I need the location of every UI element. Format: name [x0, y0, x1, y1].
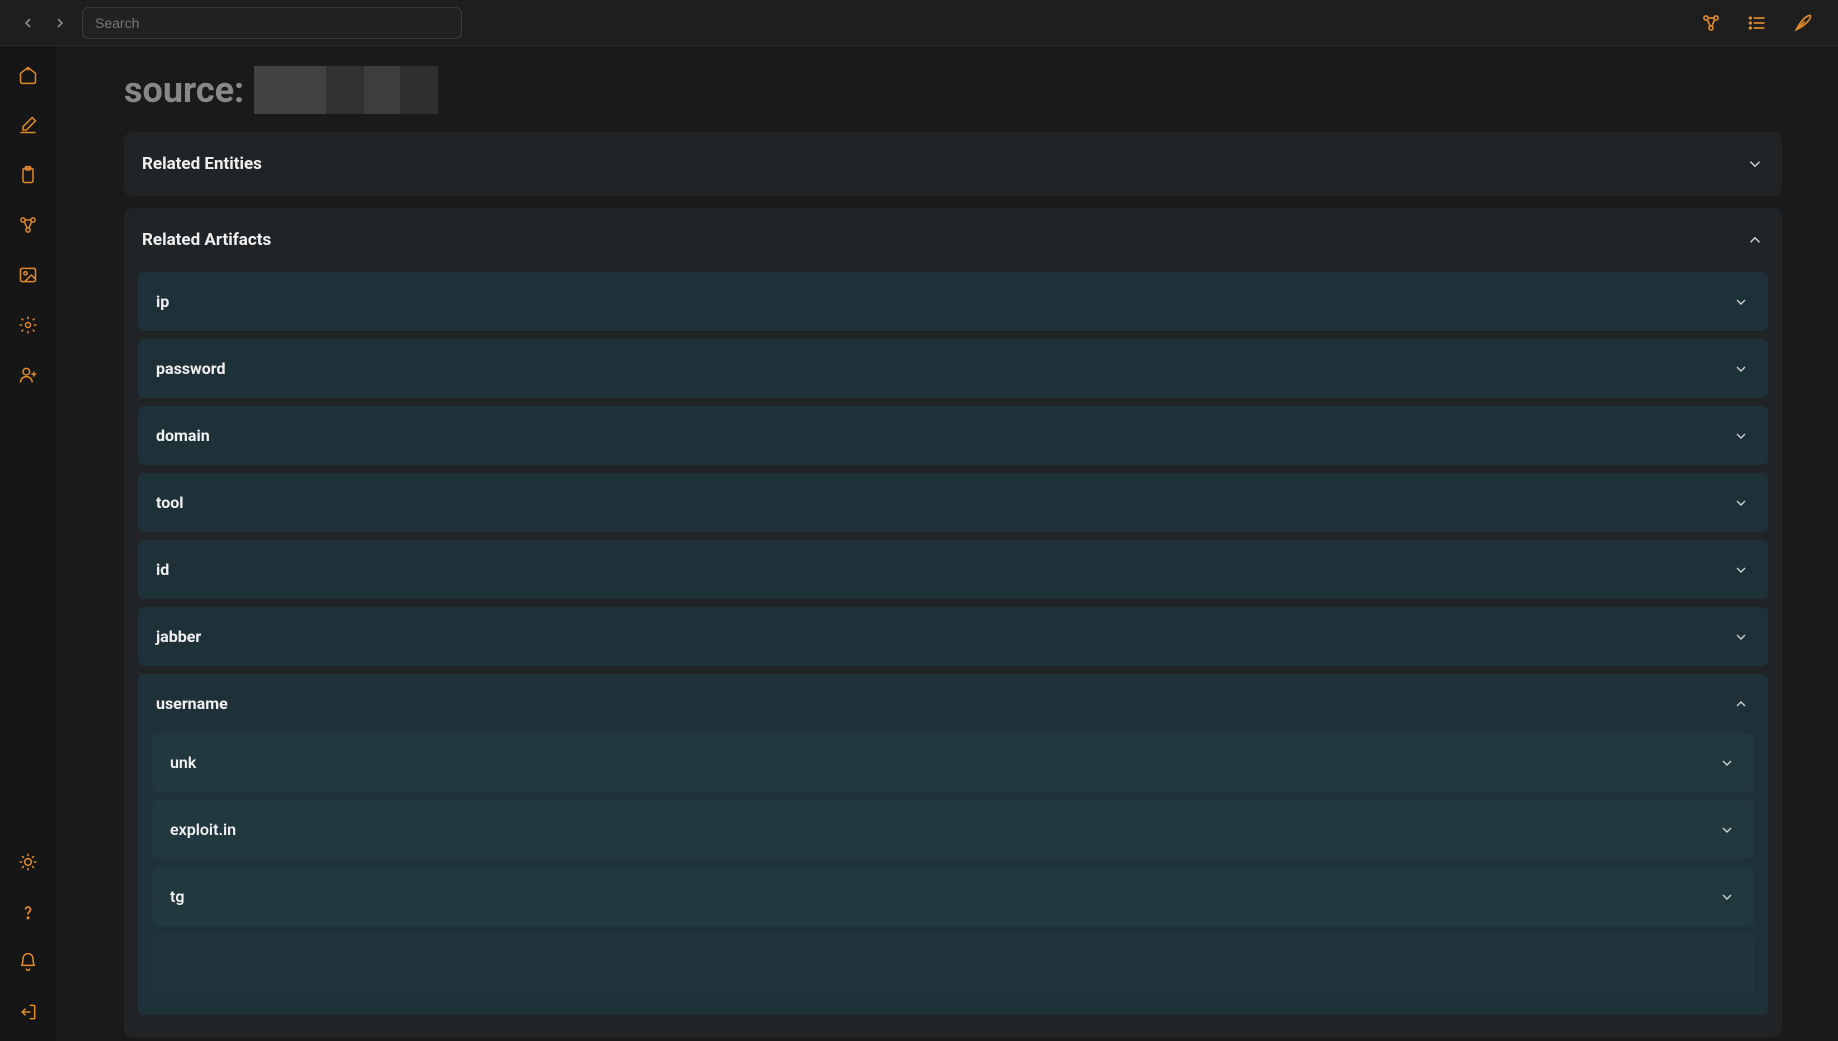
panel-header-related-entities[interactable]: Related Entities: [124, 132, 1782, 196]
main-content: source: Related Entities Related Artifac…: [56, 46, 1838, 1041]
artifact-label: password: [156, 359, 226, 378]
home-icon[interactable]: [17, 64, 39, 86]
panel-title: Related Artifacts: [142, 230, 271, 250]
logout-icon[interactable]: [17, 1001, 39, 1023]
chevron-down-icon: [1718, 888, 1736, 906]
subrow-label: [170, 954, 174, 973]
pen-icon[interactable]: [1792, 12, 1814, 34]
panel-header-related-artifacts[interactable]: Related Artifacts: [124, 208, 1782, 272]
chevron-down-icon: [1732, 360, 1750, 378]
chevron-down-icon: [1732, 427, 1750, 445]
artifact-label: username: [156, 694, 228, 713]
page-title: source:: [124, 66, 1782, 114]
chevron-down-icon: [1718, 955, 1736, 973]
gear-icon[interactable]: [17, 314, 39, 336]
page-title-prefix: source:: [124, 69, 244, 111]
chevron-down-icon: [1746, 155, 1764, 173]
artifact-row-username: username unk exploit.in: [138, 674, 1768, 1015]
user-add-icon[interactable]: [17, 364, 39, 386]
artifact-row-username-header[interactable]: username: [138, 674, 1768, 733]
artifact-row-password[interactable]: password: [138, 339, 1768, 398]
artifact-row-ip[interactable]: ip: [138, 272, 1768, 331]
username-sub-more[interactable]: [152, 934, 1754, 993]
username-sub-unk[interactable]: unk: [152, 733, 1754, 792]
chevron-up-icon: [1746, 231, 1764, 249]
artifact-label: id: [156, 560, 169, 579]
redacted-title: [254, 66, 438, 114]
help-icon[interactable]: [17, 901, 39, 923]
artifact-row-tool[interactable]: tool: [138, 473, 1768, 532]
subrow-label: exploit.in: [170, 820, 236, 839]
artifact-label: jabber: [156, 627, 201, 646]
subrow-label: unk: [170, 753, 196, 772]
username-sub-exploitin[interactable]: exploit.in: [152, 800, 1754, 859]
chevron-down-icon: [1732, 293, 1750, 311]
clipboard-icon[interactable]: [17, 164, 39, 186]
panel-related-entities: Related Entities: [124, 132, 1782, 196]
edit-icon[interactable]: [17, 114, 39, 136]
artifact-row-domain[interactable]: domain: [138, 406, 1768, 465]
artifact-row-id[interactable]: id: [138, 540, 1768, 599]
topbar: [0, 0, 1838, 46]
graph-icon[interactable]: [1700, 12, 1722, 34]
panel-title: Related Entities: [142, 154, 262, 174]
chevron-down-icon: [1732, 494, 1750, 512]
nav-forward-button[interactable]: [48, 11, 72, 35]
list-icon[interactable]: [1746, 12, 1768, 34]
bell-icon[interactable]: [17, 951, 39, 973]
artifact-label: tool: [156, 493, 184, 512]
network-icon[interactable]: [17, 214, 39, 236]
nav-back-button[interactable]: [16, 11, 40, 35]
artifact-row-jabber[interactable]: jabber: [138, 607, 1768, 666]
sidebar: [0, 46, 56, 1041]
chevron-up-icon: [1732, 695, 1750, 713]
artifact-label: ip: [156, 292, 169, 311]
panel-related-artifacts: Related Artifacts ip password: [124, 208, 1782, 1037]
username-sub-tg[interactable]: tg: [152, 867, 1754, 926]
artifact-label: domain: [156, 426, 210, 445]
search-input[interactable]: [82, 7, 462, 39]
theme-icon[interactable]: [17, 851, 39, 873]
chevron-down-icon: [1732, 628, 1750, 646]
subrow-label: tg: [170, 887, 184, 906]
chevron-down-icon: [1718, 754, 1736, 772]
image-icon[interactable]: [17, 264, 39, 286]
chevron-down-icon: [1718, 821, 1736, 839]
chevron-down-icon: [1732, 561, 1750, 579]
